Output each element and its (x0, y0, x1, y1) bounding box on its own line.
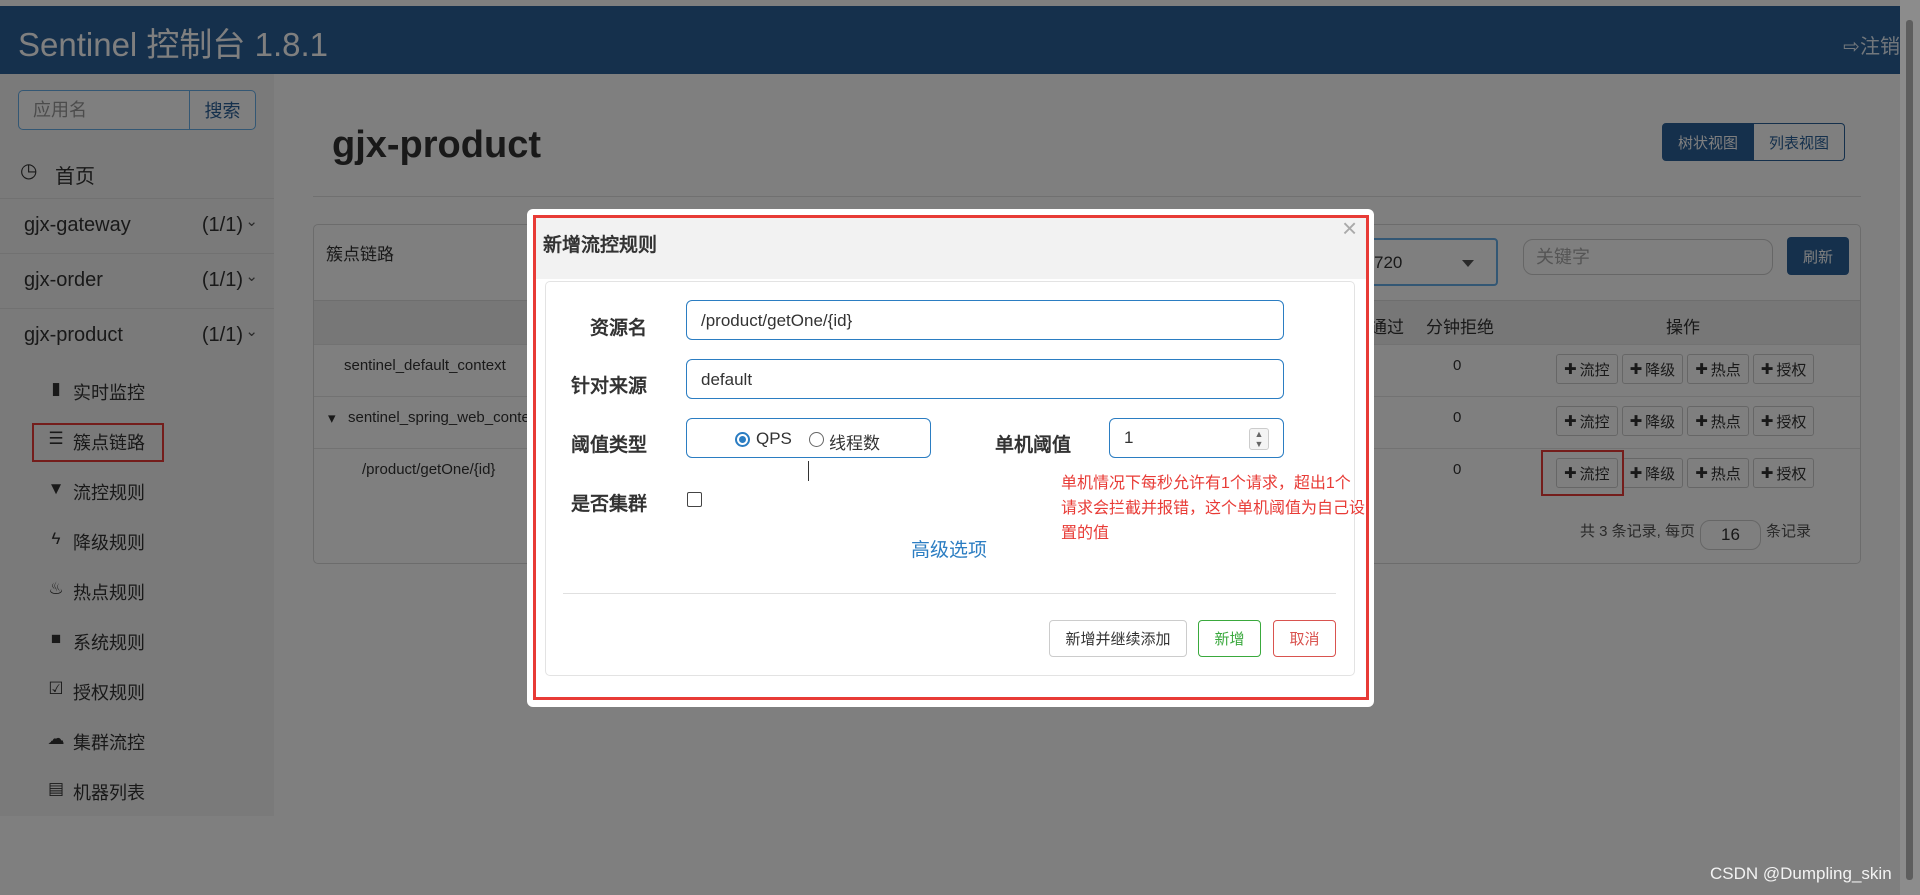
watermark: CSDN @Dumpling_skin (1710, 864, 1892, 883)
annotation-highlight-box (533, 215, 1369, 700)
scrollbar-thumb[interactable] (1906, 20, 1913, 880)
scrollbar[interactable] (1900, 0, 1920, 895)
